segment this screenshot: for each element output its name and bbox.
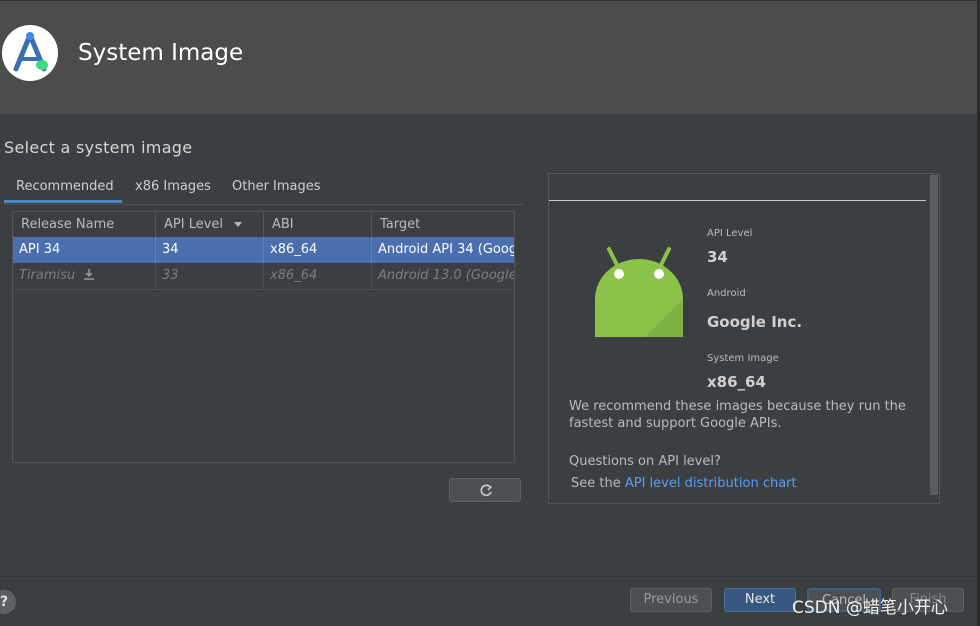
column-api-level-label: API Level xyxy=(164,217,224,232)
tab-recommended[interactable]: Recommended xyxy=(4,172,122,203)
system-image-value: x86_64 xyxy=(707,373,766,391)
column-api-level[interactable]: API Level xyxy=(156,212,264,237)
tab-x86-images[interactable]: x86 Images xyxy=(123,172,223,203)
cell-target: Android API 34 (Google Play) xyxy=(378,242,514,257)
api-level-label: API Level xyxy=(707,228,753,239)
column-release-name[interactable]: Release Name xyxy=(13,212,156,237)
image-details-panel: API Level 34 Android Google Inc. System … xyxy=(548,173,940,504)
vendor-label: Android xyxy=(707,288,746,299)
cell-api-level: 33 xyxy=(156,263,264,289)
image-tabs: Recommended x86 Images Other Images xyxy=(4,172,524,206)
cell-release-name: Tiramisu xyxy=(13,263,156,289)
api-level-value: 34 xyxy=(707,248,728,266)
android-studio-logo-icon xyxy=(2,25,58,81)
table-header: Release Name API Level ABI Target xyxy=(13,212,514,238)
refresh-button[interactable] xyxy=(449,478,521,502)
vendor-value: Google Inc. xyxy=(707,313,803,331)
recommendation-text: We recommend these images because they r… xyxy=(569,399,906,431)
csdn-watermark: CSDN @蜡笔小开心 xyxy=(792,598,948,618)
see-chart-line: See the API level distribution chart xyxy=(571,476,797,491)
wizard-header: System Image xyxy=(0,0,980,114)
android-robot-icon xyxy=(589,239,689,339)
table-row[interactable]: Tiramisu 33 x86_64 Android 13.0 (Google … xyxy=(13,263,514,290)
cell-api-level: 34 xyxy=(156,237,264,263)
footer-divider xyxy=(0,576,980,577)
column-abi[interactable]: ABI xyxy=(264,212,372,237)
details-separator xyxy=(549,200,926,201)
system-image-table: Release Name API Level ABI Target API 34… xyxy=(12,211,515,463)
see-prefix: See the xyxy=(571,476,621,491)
header-top-border xyxy=(0,0,980,1)
column-target[interactable]: Target xyxy=(372,212,514,237)
dialog-title: System Image xyxy=(78,40,244,66)
help-button[interactable]: ? xyxy=(0,590,16,614)
tab-other-images[interactable]: Other Images xyxy=(220,172,333,203)
table-row[interactable]: API 34 34 x86_64 Android API 34 (Google … xyxy=(13,237,514,263)
download-icon[interactable] xyxy=(79,268,95,283)
cell-abi: x86_64 xyxy=(264,263,372,289)
api-level-question: Questions on API level? xyxy=(569,454,721,469)
release-name-text: Tiramisu xyxy=(19,268,76,283)
tabs-divider xyxy=(4,204,524,205)
cell-target: Android 13.0 (Google Play) xyxy=(378,268,514,283)
previous-button[interactable]: Previous xyxy=(630,588,712,612)
page-subtitle: Select a system image xyxy=(4,138,193,157)
api-level-distribution-link[interactable]: API level distribution chart xyxy=(625,476,797,491)
cell-abi: x86_64 xyxy=(264,237,372,263)
details-scrollbar[interactable] xyxy=(930,175,938,495)
system-image-label: System Image xyxy=(707,353,779,364)
sort-down-arrow-icon xyxy=(227,217,243,232)
refresh-icon xyxy=(450,484,522,505)
next-button[interactable]: Next xyxy=(724,588,796,612)
cell-release-name: API 34 xyxy=(13,237,156,263)
